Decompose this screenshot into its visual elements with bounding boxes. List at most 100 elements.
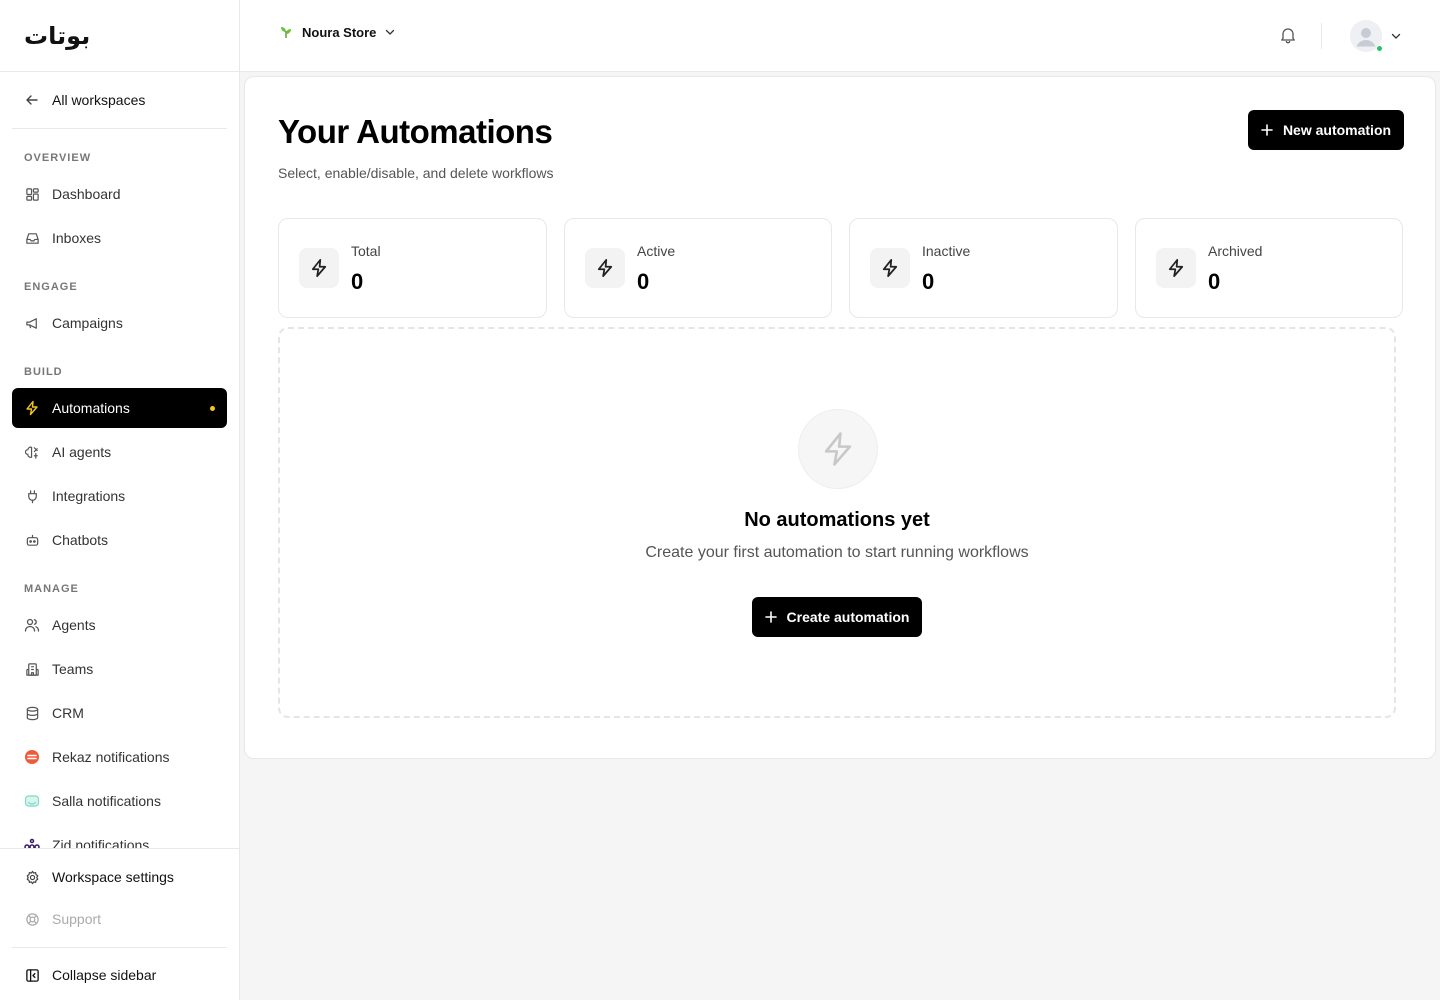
sidebar-item-label: AI agents [52,444,112,460]
stat-card-archived: Archived 0 [1135,218,1403,318]
plus-icon [1261,124,1273,136]
page-subtitle: Select, enable/disable, and delete workf… [278,165,554,181]
sidebar-item-inboxes[interactable]: Inboxes [12,218,227,258]
collapse-sidebar-button[interactable]: Collapse sidebar [12,955,227,995]
sidebar-item-teams[interactable]: Teams [12,649,227,689]
lightning-icon [1156,248,1196,288]
zid-logo-icon [24,837,40,848]
stat-label: Total [351,243,381,259]
stat-value: 0 [1208,269,1221,294]
logo-text: بوتات [24,21,91,50]
sidebar-item-label: Rekaz notifications [52,749,170,765]
logo[interactable]: بوتات [0,0,239,72]
stat-label: Active [637,243,676,259]
sidebar-item-salla-notifications[interactable]: Salla notifications [12,781,227,821]
sidebar-item-label: Teams [52,661,94,677]
sidebar-item-ai-agents[interactable]: AI agents [12,432,227,472]
lightning-icon [870,248,910,288]
section-label-build: BUILD [24,366,63,378]
stat-value: 0 [351,269,364,294]
store-name: Noura Store [302,24,377,40]
plus-icon [764,611,777,623]
all-workspaces-label: All workspaces [52,92,146,108]
sidebar-collapse-icon [24,967,40,983]
sidebar-item-campaigns[interactable]: Campaigns [12,303,227,343]
user-menu[interactable] [1350,20,1402,52]
workspace-settings-link[interactable]: Workspace settings [12,857,227,897]
empty-state-title: No automations yet [744,509,930,531]
collapse-sidebar-label: Collapse sidebar [52,967,157,983]
create-automation-button[interactable]: Create automation [752,597,922,637]
support-link[interactable]: Support [12,899,227,939]
lightning-icon [24,400,40,416]
sidebar-item-dashboard[interactable]: Dashboard [12,174,227,214]
building-icon [24,661,40,677]
empty-state-subtitle: Create your first automation to start ru… [645,544,1029,561]
top-header: Noura Store [240,0,1440,72]
empty-state: No automations yet Create your first aut… [278,327,1396,718]
sidebar-item-zid-notifications[interactable]: Zid notifications [12,825,227,848]
sidebar-item-crm[interactable]: CRM [12,693,227,733]
all-workspaces-link[interactable]: All workspaces [12,80,227,120]
chevron-down-icon [384,26,396,38]
sidebar-nav[interactable]: OVERVIEW Dashboard Inboxes ENGAGE Campai… [0,129,239,848]
stat-value: 0 [922,269,935,294]
section-label-engage: ENGAGE [24,281,78,293]
stat-card-inactive: Inactive 0 [849,218,1118,318]
inbox-icon [24,230,40,246]
notifications-button[interactable] [1280,26,1298,46]
bot-icon [24,532,40,548]
sidebar-item-rekaz-notifications[interactable]: Rekaz notifications [12,737,227,777]
stat-label: Archived [1208,243,1263,259]
section-label-overview: OVERVIEW [24,152,92,164]
plug-icon [24,488,40,504]
section-label-manage: MANAGE [24,583,79,595]
dashboard-icon [24,186,40,202]
gear-icon [24,869,40,885]
salla-logo-icon [24,793,40,809]
header-separator [1321,23,1322,49]
sidebar-item-label: Automations [52,400,130,416]
sidebar: بوتات All workspaces OVERVIEW Dashboard … [0,0,240,1000]
online-status-dot [1376,45,1383,52]
rekaz-logo-icon [24,749,40,765]
sidebar-footer: Workspace settings Support Collapse side… [0,848,239,1000]
avatar [1350,20,1383,52]
new-automation-label: New automation [1282,122,1392,138]
workspace-settings-label: Workspace settings [52,869,174,885]
arrow-left-icon [24,92,40,108]
users-icon [24,617,40,633]
new-automation-button[interactable]: New automation [1248,110,1404,150]
active-indicator-dot [210,406,215,411]
create-automation-label: Create automation [786,609,910,625]
sidebar-item-agents[interactable]: Agents [12,605,227,645]
sidebar-item-label: Dashboard [52,186,121,202]
support-label: Support [52,911,102,927]
sidebar-item-label: Agents [52,617,96,633]
ai-brain-icon [24,444,40,460]
stat-card-total: Total 0 [278,218,547,318]
stat-value: 0 [637,269,650,294]
page-title: Your Automations [278,113,553,150]
sidebar-item-automations[interactable]: Automations [12,388,227,428]
lightning-icon [798,409,878,489]
store-switcher[interactable]: Noura Store [278,24,396,40]
sidebar-item-integrations[interactable]: Integrations [12,476,227,516]
sidebar-item-label: Campaigns [52,315,123,331]
sidebar-item-label: Salla notifications [52,793,161,809]
stat-card-active: Active 0 [564,218,832,318]
sidebar-item-label: CRM [52,705,84,721]
sidebar-item-label: Zid notifications [52,837,150,848]
sidebar-footer-divider [12,947,227,948]
sidebar-item-chatbots[interactable]: Chatbots [12,520,227,560]
sidebar-item-label: Integrations [52,488,126,504]
stat-label: Inactive [922,243,971,259]
leaf-icon [278,24,294,40]
lightning-icon [585,248,625,288]
database-icon [24,705,40,721]
bell-icon [1280,26,1298,44]
lifebuoy-icon [24,911,40,927]
lightning-icon [299,248,339,288]
automations-panel: Your Automations Select, enable/disable,… [244,76,1436,759]
sidebar-item-label: Chatbots [52,532,109,548]
